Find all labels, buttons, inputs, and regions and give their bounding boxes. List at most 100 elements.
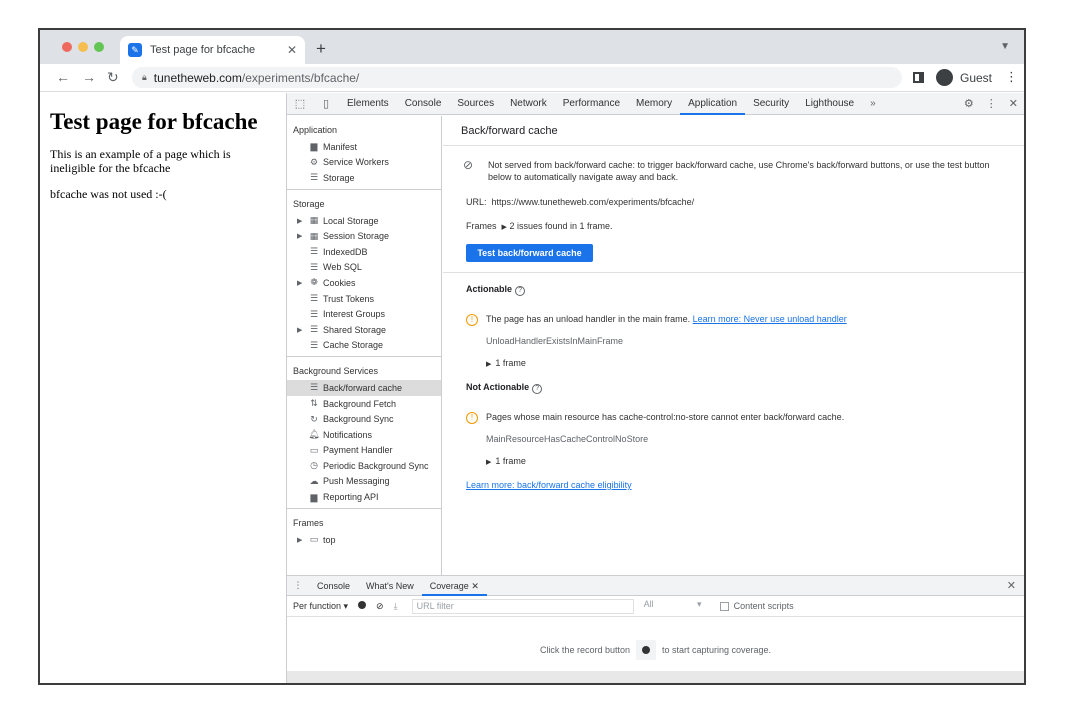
- coverage-type-dropdown[interactable]: Per function ▾: [293, 601, 348, 612]
- unload-handler-link[interactable]: Learn more: Never use unload handler: [693, 314, 847, 324]
- drawer-footer: [287, 671, 1024, 683]
- url-filter-input[interactable]: URL filter: [411, 598, 634, 614]
- devtools-panel: ⬚ ▯ Elements Console Sources Network Per…: [286, 93, 1024, 683]
- sidebar-item-notifications[interactable]: 🔔︎ Notifications: [287, 427, 441, 443]
- sync-icon: ↻: [310, 413, 318, 424]
- drawer-tab-console[interactable]: Console: [309, 576, 358, 596]
- sidebar-item-back-forward-cache[interactable]: ☰ Back/forward cache: [287, 380, 441, 396]
- frames-row[interactable]: Frames ▶ 2 issues found in 1 frame.: [443, 221, 1024, 231]
- tab-close-icon[interactable]: ✕: [287, 43, 297, 57]
- not-actionable-frames-toggle[interactable]: ▶ 1 frame: [443, 456, 1024, 466]
- drawer-tab-whats-new[interactable]: What's New: [358, 576, 422, 596]
- sidebar-item-service-workers[interactable]: ⚙ Service Workers: [287, 155, 441, 171]
- more-tabs-button[interactable]: »: [862, 98, 884, 109]
- clear-icon[interactable]: ⊘: [376, 601, 384, 612]
- frame-icon: ▭: [309, 534, 319, 545]
- bfcache-status: bfcache was not used :-(: [50, 187, 167, 201]
- maximize-window-button[interactable]: [94, 42, 104, 52]
- database-icon: ☰: [309, 324, 319, 335]
- sidebar-item-trust-tokens[interactable]: ☰ Trust Tokens: [287, 291, 441, 307]
- tab-sources[interactable]: Sources: [449, 93, 502, 115]
- chevron-down-icon[interactable]: ▼: [1000, 41, 1010, 52]
- database-icon: ☰: [309, 308, 319, 319]
- devtools-actions: ⚙ ⋮ ✕: [964, 97, 1018, 110]
- lock-icon: 🔒︎: [142, 72, 147, 82]
- drawer-tab-coverage[interactable]: Coverage ✕: [421, 576, 487, 596]
- learn-more-eligibility-link[interactable]: Learn more: back/forward cache eligibili…: [443, 480, 1024, 490]
- sidebar-item-interest-groups[interactable]: ☰ Interest Groups: [287, 306, 441, 322]
- sidebar-item-storage[interactable]: ☰ Storage: [287, 170, 441, 186]
- sidebar-item-cache-storage[interactable]: ☰ Cache Storage: [287, 338, 441, 354]
- browser-toolbar: ← → ↻ 🔒︎ tunetheweb.com/experiments/bfca…: [40, 64, 1024, 92]
- more-vert-icon[interactable]: ⋮: [986, 97, 997, 110]
- profile-label[interactable]: Guest: [960, 71, 992, 85]
- database-icon: ☰: [309, 339, 319, 350]
- expand-triangle-icon[interactable]: ▶: [297, 326, 307, 334]
- sidebar-item-web-sql[interactable]: ☰ Web SQL: [287, 260, 441, 276]
- actionable-frames-toggle[interactable]: ▶ 1 frame: [443, 358, 1024, 368]
- sidebar-item-shared-storage[interactable]: ▶ ☰ Shared Storage: [287, 322, 441, 338]
- sidebar-item-background-sync[interactable]: ↻ Background Sync: [287, 411, 441, 427]
- help-icon[interactable]: ?: [532, 384, 543, 394]
- expand-triangle-icon[interactable]: ▶: [297, 217, 307, 225]
- test-bfcache-button[interactable]: Test back/forward cache: [466, 244, 593, 262]
- device-toolbar-icon[interactable]: ▯: [313, 97, 339, 110]
- close-drawer-icon[interactable]: ✕: [1007, 579, 1016, 592]
- sidebar-item-periodic-background-sync[interactable]: ◷ Periodic Background Sync: [287, 458, 441, 474]
- blocked-icon: ⊘: [463, 158, 474, 172]
- up-down-arrows-icon: ⇅: [310, 398, 318, 409]
- tab-security[interactable]: Security: [745, 93, 797, 115]
- panel-title: Back/forward cache: [443, 116, 1024, 146]
- new-tab-button[interactable]: +: [316, 39, 326, 59]
- sidebar-item-manifest[interactable]: ▆ Manifest: [287, 139, 441, 155]
- content-scripts-checkbox[interactable]: [719, 601, 729, 611]
- tab-memory[interactable]: Memory: [628, 93, 680, 115]
- sidebar-item-frame-top[interactable]: ▶ ▭ top: [287, 532, 441, 548]
- tab-network[interactable]: Network: [502, 93, 555, 115]
- sidebar-item-background-fetch[interactable]: ⇅ Background Fetch: [287, 396, 441, 412]
- close-window-button[interactable]: [62, 42, 72, 52]
- sidebar-item-reporting-api[interactable]: ▆ Reporting API: [287, 489, 441, 505]
- expand-triangle-icon[interactable]: ▶: [297, 232, 307, 240]
- drawer-menu-icon[interactable]: ⋮: [287, 580, 309, 591]
- expand-triangle-icon[interactable]: ▶: [297, 536, 307, 544]
- side-panel-icon[interactable]: [913, 72, 924, 83]
- tab-performance[interactable]: Performance: [555, 93, 628, 115]
- type-filter-select[interactable]: All ▾: [644, 599, 706, 614]
- more-vert-icon[interactable]: ⋮: [1005, 69, 1018, 85]
- warning-icon: !: [466, 412, 478, 424]
- sidebar-item-cookies[interactable]: ▶ ❁ Cookies: [287, 275, 441, 291]
- browser-tab[interactable]: ✎ Test page for bfcache ✕: [120, 36, 305, 64]
- back-arrow-icon[interactable]: ←: [56, 69, 70, 85]
- address-bar[interactable]: 🔒︎ tunetheweb.com/experiments/bfcache/: [132, 67, 902, 88]
- database-icon: ☰: [309, 293, 319, 304]
- tab-strip: ✎ Test page for bfcache ✕ + ▼: [40, 30, 1024, 64]
- sidebar-item-session-storage[interactable]: ▶ ▦ Session Storage: [287, 228, 441, 244]
- record-icon[interactable]: [358, 601, 367, 611]
- credit-card-icon: ▭: [309, 444, 319, 455]
- sidebar-item-local-storage[interactable]: ▶ ▦ Local Storage: [287, 213, 441, 229]
- forward-arrow-icon[interactable]: →: [82, 69, 96, 85]
- record-button[interactable]: [635, 640, 656, 660]
- page-description: This is an example of a page which is in…: [50, 147, 231, 175]
- tab-lighthouse[interactable]: Lighthouse: [797, 93, 862, 115]
- tab-elements[interactable]: Elements: [339, 93, 397, 115]
- expand-triangle-icon[interactable]: ▶: [297, 279, 307, 287]
- tab-console[interactable]: Console: [397, 93, 450, 115]
- database-icon: ☰: [309, 246, 319, 257]
- section-header-background-services: Background Services: [293, 366, 379, 377]
- content-scripts-label: Content scripts: [733, 601, 794, 611]
- minimize-window-button[interactable]: [78, 42, 88, 52]
- avatar[interactable]: [936, 69, 953, 86]
- tab-application[interactable]: Application: [680, 93, 746, 115]
- export-icon[interactable]: ⤓: [394, 601, 398, 612]
- not-actionable-header: Not Actionable?: [443, 382, 1024, 394]
- help-icon[interactable]: ?: [515, 286, 526, 296]
- gear-icon[interactable]: ⚙: [964, 97, 974, 110]
- sidebar-item-payment-handler[interactable]: ▭ Payment Handler: [287, 443, 441, 459]
- inspect-element-icon[interactable]: ⬚: [287, 97, 313, 110]
- close-icon[interactable]: ✕: [1009, 97, 1018, 110]
- reload-icon[interactable]: ↻: [107, 69, 119, 86]
- sidebar-item-push-messaging[interactable]: ☁ Push Messaging: [287, 474, 441, 490]
- sidebar-item-indexeddb[interactable]: ☰ IndexedDB: [287, 244, 441, 260]
